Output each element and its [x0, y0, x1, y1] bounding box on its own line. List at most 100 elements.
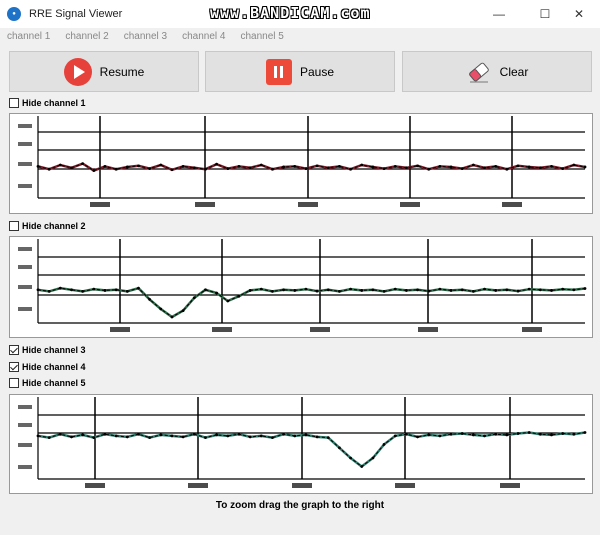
hide-channel-5-checkbox[interactable] [9, 378, 19, 388]
y-tick-mark [18, 265, 32, 269]
y-tick-mark [18, 285, 32, 289]
hide-channel-4-checkbox[interactable] [9, 362, 19, 372]
channel-1-chart[interactable] [9, 113, 593, 214]
resume-button[interactable]: Resume [9, 51, 199, 92]
channel-5-plot[interactable] [10, 395, 592, 493]
signal-point [315, 164, 319, 168]
signal-point [215, 162, 219, 166]
signal-point [293, 165, 297, 168]
hide-channel-3-label: Hide channel 3 [22, 345, 86, 355]
signal-point [148, 436, 152, 439]
signal-point [382, 443, 386, 446]
signal-point [550, 433, 553, 437]
channel-1-plot[interactable] [10, 114, 592, 213]
signal-point [192, 166, 196, 170]
x-tick-mark [418, 327, 438, 332]
hide-channel-2-toggle[interactable]: Hide channel 2 [9, 220, 86, 232]
x-tick-mark [400, 202, 420, 207]
signal-point [204, 436, 207, 439]
menu-channel-5[interactable]: channel 5 [241, 31, 284, 42]
signal-point [527, 287, 531, 291]
signal-point [572, 163, 576, 167]
signal-point [483, 434, 486, 438]
channel-2-plot[interactable] [10, 237, 592, 337]
hide-channel-2-label: Hide channel 2 [22, 221, 86, 231]
eraser-icon [466, 59, 492, 85]
signal-point [460, 432, 464, 435]
signal-point [371, 288, 375, 292]
menu-channel-3[interactable]: channel 3 [124, 31, 167, 42]
signal-point [103, 165, 107, 168]
x-tick-mark [110, 327, 130, 332]
signal-point [204, 288, 207, 292]
signal-point [338, 165, 341, 168]
y-tick-mark [18, 142, 32, 146]
channel-2-chart[interactable] [9, 236, 593, 338]
signal-point [70, 166, 73, 170]
signal-point [561, 167, 565, 171]
signal-point [36, 434, 40, 438]
signal-point [404, 432, 408, 436]
signal-point [483, 166, 486, 170]
signal-point [293, 434, 297, 438]
signal-point [92, 287, 96, 291]
signal-point [505, 433, 509, 437]
hide-channel-1-checkbox[interactable] [9, 98, 19, 108]
recording-watermark: www.BANDICAM.com [210, 4, 371, 22]
signal-point [58, 432, 62, 436]
hide-channel-3-toggle[interactable]: Hide channel 3 [9, 344, 86, 356]
signal-point [449, 289, 453, 292]
clear-button[interactable]: Clear [402, 51, 592, 92]
signal-point [516, 432, 520, 435]
close-button[interactable]: ✕ [556, 0, 600, 28]
hide-channel-1-label: Hide channel 1 [22, 98, 86, 108]
signal-point [125, 290, 129, 293]
signal-point [114, 434, 118, 438]
signal-point [226, 434, 230, 438]
app-icon: ● [7, 7, 21, 21]
signal-point [47, 167, 51, 171]
minimize-button[interactable]: — [476, 0, 522, 28]
pause-button[interactable]: Pause [205, 51, 395, 92]
x-tick-mark [310, 327, 330, 332]
signal-point [148, 298, 152, 301]
signal-point [349, 456, 352, 460]
signal-point [103, 432, 107, 436]
menu-channel-4[interactable]: channel 4 [182, 31, 225, 42]
hide-channel-5-label: Hide channel 5 [22, 378, 86, 388]
hide-channel-3-checkbox[interactable] [9, 345, 19, 355]
signal-point [382, 290, 386, 293]
signal-point [137, 286, 140, 290]
y-tick-mark [18, 124, 32, 128]
signal-point [148, 167, 152, 171]
hide-channel-2-checkbox[interactable] [9, 221, 19, 231]
channel-5-chart[interactable] [9, 394, 593, 494]
signal-point [259, 287, 263, 291]
hide-channel-5-toggle[interactable]: Hide channel 5 [9, 377, 86, 389]
signal-point [338, 446, 341, 450]
menu-bar: channel 1 channel 2 channel 3 channel 4 … [0, 28, 600, 44]
signal-point [36, 288, 40, 292]
signal-point [304, 433, 308, 437]
signal-point [58, 286, 62, 290]
signal-point [293, 289, 297, 292]
signal-point [192, 432, 196, 436]
x-tick-mark [85, 483, 105, 488]
menu-channel-2[interactable]: channel 2 [65, 31, 108, 42]
x-tick-mark [500, 483, 520, 488]
y-tick-mark [18, 184, 32, 188]
window-title: RRE Signal Viewer [29, 8, 123, 20]
signal-point [315, 435, 319, 439]
y-tick-mark [18, 443, 32, 447]
signal-point [494, 289, 498, 292]
clear-label: Clear [499, 64, 529, 79]
y-tick-mark [18, 423, 32, 427]
menu-channel-1[interactable]: channel 1 [7, 31, 50, 42]
hide-channel-4-toggle[interactable]: Hide channel 4 [9, 361, 86, 373]
x-tick-mark [195, 202, 215, 207]
hide-channel-1-toggle[interactable]: Hide channel 1 [9, 97, 86, 109]
chart-grid [18, 239, 585, 332]
signal-point [92, 436, 96, 439]
signal-point [427, 433, 431, 437]
toolbar: Resume Pause Clear [9, 51, 593, 92]
